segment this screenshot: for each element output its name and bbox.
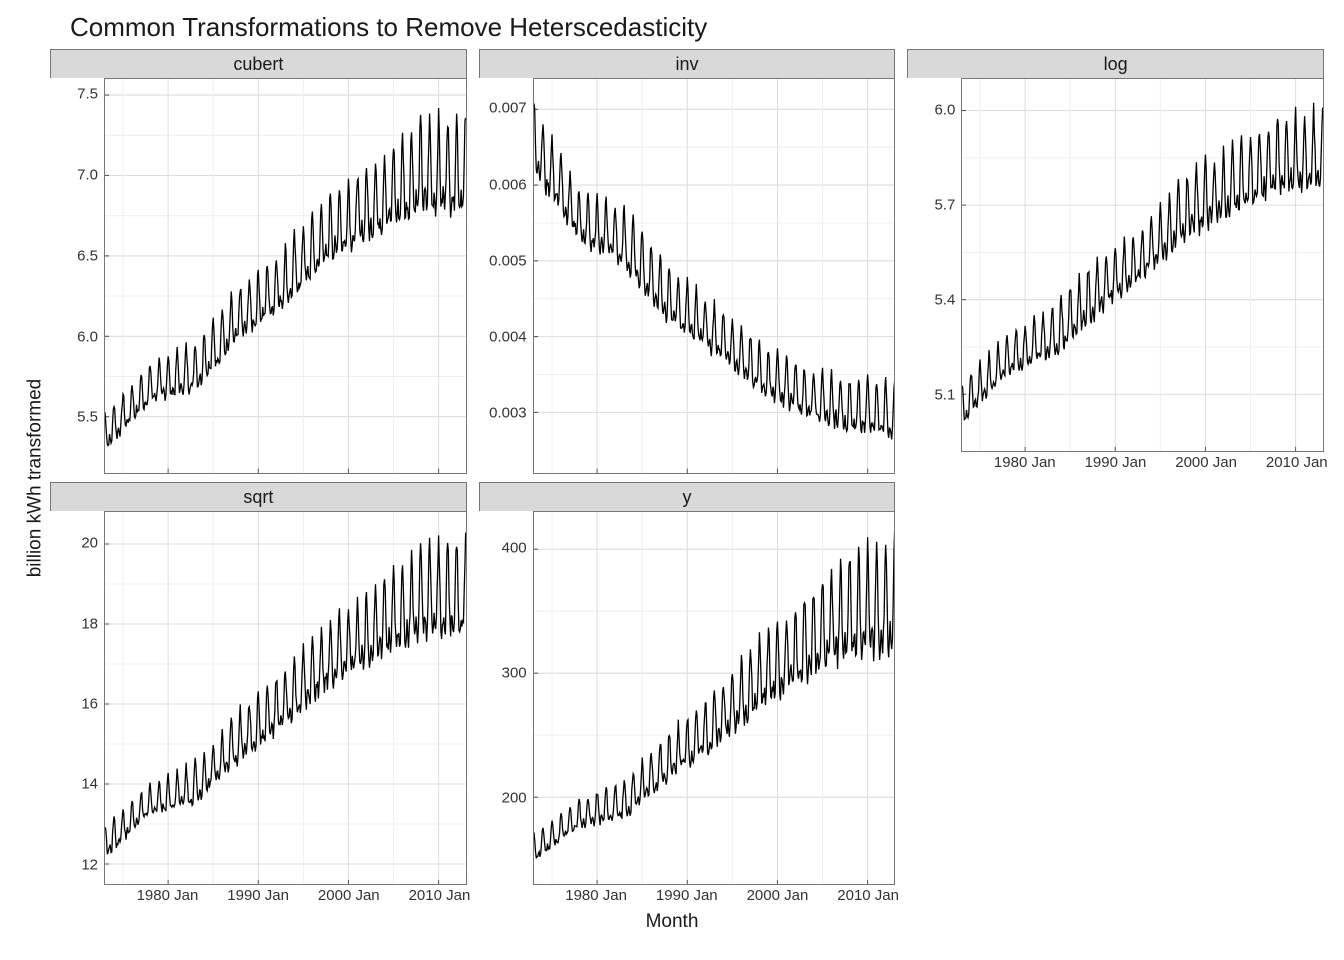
x-tick-label: 2000 Jan — [318, 887, 380, 904]
x-axis-label: Month — [20, 911, 1324, 933]
figure: Common Transformations to Remove Hetersc… — [0, 0, 1344, 960]
x-tick-label: 2010 Jan — [409, 887, 471, 904]
y-tick-label: 6.0 — [934, 101, 955, 118]
x-ticks: 1980 Jan 1990 Jan 2000 Jan 2010 Jan — [533, 885, 896, 907]
y-tick-label: 5.4 — [934, 291, 955, 308]
y-tick-label: 6.5 — [77, 247, 98, 264]
x-tick-label: 1980 Jan — [565, 887, 627, 904]
x-tick-label: 2010 Jan — [1266, 454, 1328, 471]
y-tick-label: 0.003 — [489, 405, 527, 422]
y-ticks: 12 14 16 18 20 — [50, 511, 104, 885]
y-tick-label: 0.007 — [489, 100, 527, 117]
y-ticks: 5.1 5.4 5.7 6.0 — [907, 78, 961, 452]
facet-strip: cubert — [50, 49, 467, 78]
x-ticks: 1980 Jan1990 Jan2000 Jan2010 Jan — [961, 452, 1324, 474]
facet-strip: y — [479, 482, 896, 511]
facet-panel-sqrt: sqrt12 14 16 18 20 1980 Jan 1990 Jan 2000 Jan 20… — [50, 482, 467, 907]
y-tick-label: 18 — [81, 615, 98, 632]
x-tick-label: 2010 Jan — [837, 887, 899, 904]
y-tick-label: 300 — [502, 665, 527, 682]
y-tick-label: 200 — [502, 789, 527, 806]
series-line — [534, 529, 895, 858]
y-tick-label: 400 — [502, 540, 527, 557]
y-ticks: 5.5 6.0 6.5 7.0 7.5 — [50, 78, 104, 474]
plot-row: 200 300 400 — [479, 511, 896, 885]
plot-row: 5.5 6.0 6.5 7.0 7.5 — [50, 78, 467, 474]
x-tick-label: 2000 Jan — [1175, 454, 1237, 471]
plot-area — [533, 78, 896, 474]
panels-container: billion kWh transformed cubert 5.5 6.0 6.5 7… — [20, 49, 1324, 907]
facet-strip: log — [907, 49, 1324, 78]
plot-area — [104, 511, 467, 885]
y-ticks: 0.003 0.004 0.005 0.006 0.007 — [479, 78, 533, 474]
x-ticks: 1980 Jan1990 Jan2000 Jan2010 Jan — [104, 885, 467, 907]
facet-panel-inv: inv 0.003 0.004 0.005 0.006 0.007 — [479, 49, 896, 474]
facet-panel-y: y 200 300 400 1980 Jan 1990 Jan 2000 Jan 2010 J… — [479, 482, 896, 907]
facet-grid: cubert5.56.06.57.07.5inv0.0030.0040.0050… — [50, 49, 1324, 907]
plot-row: 0.003 0.004 0.005 0.006 0.007 — [479, 78, 896, 474]
x-tick-label: 1990 Jan — [227, 887, 289, 904]
y-tick-label: 20 — [81, 535, 98, 552]
y-tick-label: 0.004 — [489, 328, 527, 345]
series-line — [534, 104, 895, 440]
x-tick-label: 1990 Jan — [656, 887, 718, 904]
y-tick-label: 7.0 — [77, 166, 98, 183]
y-axis-label: billion kWh transformed — [24, 379, 46, 578]
series-line — [105, 533, 466, 855]
y-tick-label: 7.5 — [77, 86, 98, 103]
y-tick-label: 6.0 — [77, 328, 98, 345]
y-ticks: 200 300 400 — [479, 511, 533, 885]
y-tick-label: 5.5 — [77, 409, 98, 426]
y-tick-label: 16 — [81, 696, 98, 713]
x-tick-label: 1980 Jan — [137, 887, 199, 904]
plot-row: 12 14 16 18 20 — [50, 511, 467, 885]
facet-strip: sqrt — [50, 482, 467, 511]
plot-row: 5.1 5.4 5.7 6.0 — [907, 78, 1324, 452]
facet-strip: inv — [479, 49, 896, 78]
facet-panel-cubert: cubert 5.5 6.0 6.5 7.0 7.5 — [50, 49, 467, 474]
y-tick-label: 0.005 — [489, 252, 527, 269]
y-tick-label: 5.7 — [934, 196, 955, 213]
y-tick-label: 14 — [81, 776, 98, 793]
ylabel-column: billion kWh transformed — [20, 49, 50, 907]
x-tick-label: 1980 Jan — [994, 454, 1056, 471]
x-tick-label: 1990 Jan — [1085, 454, 1147, 471]
x-tick-label: 2000 Jan — [747, 887, 809, 904]
plot-area — [104, 78, 467, 474]
y-tick-label: 12 — [81, 856, 98, 873]
plot-area — [533, 511, 896, 885]
series-line — [105, 108, 466, 446]
page-title: Common Transformations to Remove Hetersc… — [70, 12, 1324, 43]
y-tick-label: 0.006 — [489, 176, 527, 193]
series-line — [962, 103, 1323, 420]
plot-area — [961, 78, 1324, 452]
y-tick-label: 5.1 — [934, 386, 955, 403]
facet-panel-log: log5.15.45.76.01980 Jan1990 Jan2000 Jan2… — [907, 49, 1324, 474]
